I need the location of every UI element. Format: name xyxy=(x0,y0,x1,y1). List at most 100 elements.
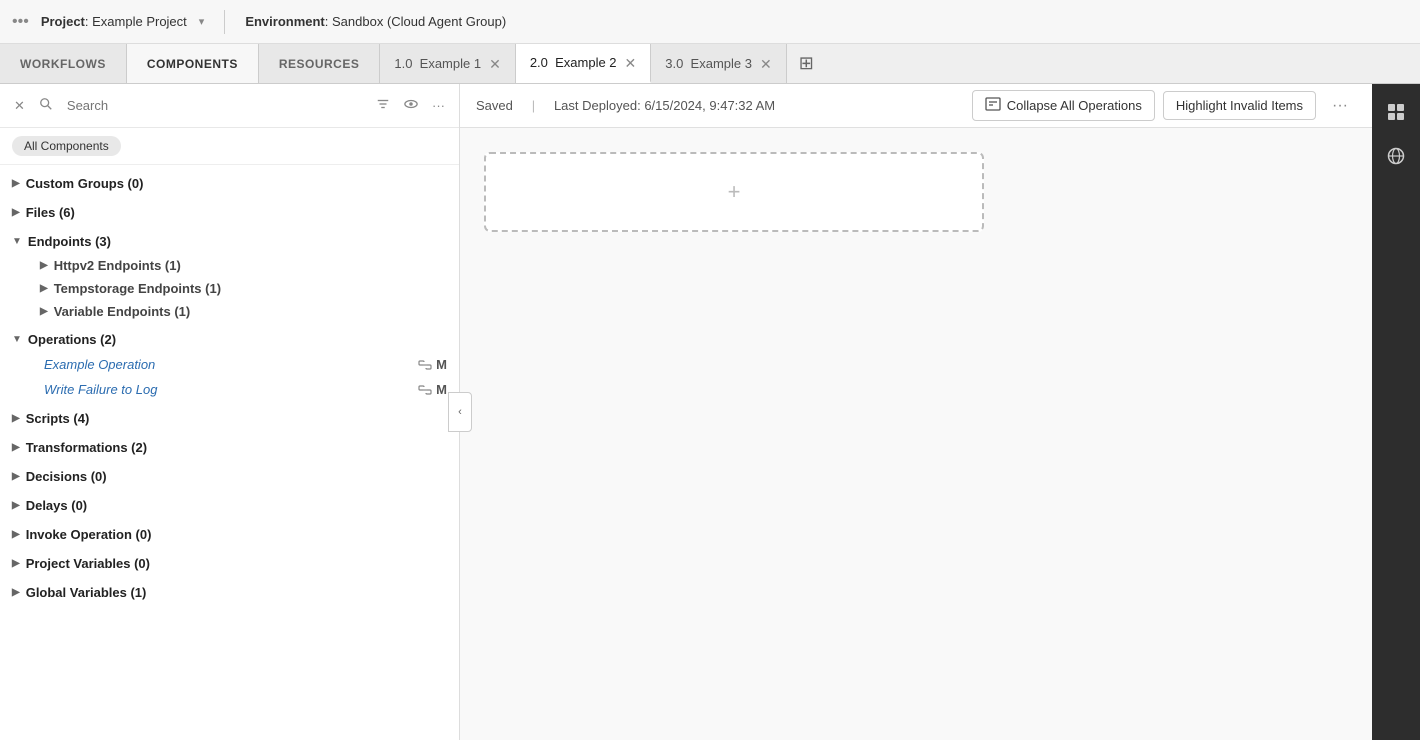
tab-components[interactable]: COMPONENTS xyxy=(127,44,259,83)
section-project-variables: ▶ Project Variables (0) xyxy=(0,549,459,578)
section-delays-header[interactable]: ▶ Delays (0) xyxy=(0,493,459,518)
project-caret[interactable]: ▾ xyxy=(199,15,205,28)
highlight-invalid-button[interactable]: Highlight Invalid Items xyxy=(1163,91,1316,120)
list-item-example-operation[interactable]: Example Operation M xyxy=(28,352,459,377)
caret-decisions: ▶ xyxy=(12,471,20,482)
section-httpv2-label: Httpv2 Endpoints (1) xyxy=(54,258,181,273)
caret-custom-groups: ▶ xyxy=(12,178,20,189)
section-transformations-header[interactable]: ▶ Transformations (2) xyxy=(0,435,459,460)
list-item-write-failure[interactable]: Write Failure to Log M xyxy=(28,377,459,402)
section-transformations: ▶ Transformations (2) xyxy=(0,433,459,462)
search-icon[interactable] xyxy=(35,93,57,118)
link-icon-2 xyxy=(418,385,432,395)
section-project-variables-header[interactable]: ▶ Project Variables (0) xyxy=(0,551,459,576)
main-content: ✕ ··· All Components ▶ Custom Groups xyxy=(0,84,1420,740)
sidebar: ✕ ··· All Components ▶ Custom Groups xyxy=(0,84,460,740)
section-invoke-operation-header[interactable]: ▶ Invoke Operation (0) xyxy=(0,522,459,547)
section-invoke-operation-label: Invoke Operation (0) xyxy=(26,527,152,542)
tab-bar: WORKFLOWS COMPONENTS RESOURCES 1.0 Examp… xyxy=(0,44,1420,84)
close-sidebar-icon[interactable]: ✕ xyxy=(10,94,29,118)
section-scripts-label: Scripts (4) xyxy=(26,411,90,426)
tab-workflows[interactable]: WORKFLOWS xyxy=(0,44,127,83)
more-icon[interactable]: ··· xyxy=(428,94,449,117)
section-delays-label: Delays (0) xyxy=(26,498,87,513)
canvas-content: + xyxy=(460,128,1372,740)
collapse-all-operations-button[interactable]: Collapse All Operations xyxy=(972,90,1155,121)
section-operations: ▼ Operations (2) Example Operation M W xyxy=(0,325,459,404)
tab-example2[interactable]: 2.0 Example 2 ✕ xyxy=(516,44,651,83)
section-decisions-header[interactable]: ▶ Decisions (0) xyxy=(0,464,459,489)
canvas-toolbar: Saved | Last Deployed: 6/15/2024, 9:47:3… xyxy=(460,84,1372,128)
sidebar-collapse-button[interactable]: ‹ xyxy=(448,392,472,432)
section-project-variables-label: Project Variables (0) xyxy=(26,556,150,571)
add-tab-button[interactable]: ⊞ xyxy=(787,44,826,83)
canvas-more-button[interactable]: ··· xyxy=(1324,93,1356,119)
canvas-status: Saved | Last Deployed: 6/15/2024, 9:47:3… xyxy=(476,98,775,113)
highlight-invalid-label: Highlight Invalid Items xyxy=(1176,98,1303,113)
section-custom-groups-header[interactable]: ▶ Custom Groups (0) xyxy=(0,171,459,196)
sidebar-filter-row: All Components xyxy=(0,128,459,165)
section-global-variables: ▶ Global Variables (1) xyxy=(0,578,459,607)
filter-icon[interactable] xyxy=(372,93,394,118)
link-icon xyxy=(418,360,432,370)
top-bar: ••• Project: Example Project ▾ Environme… xyxy=(0,0,1420,44)
section-tempstorage-header[interactable]: ▶ Tempstorage Endpoints (1) xyxy=(28,277,459,300)
section-custom-groups: ▶ Custom Groups (0) xyxy=(0,169,459,198)
section-operations-header[interactable]: ▼ Operations (2) xyxy=(0,327,459,352)
canvas-area: Saved | Last Deployed: 6/15/2024, 9:47:3… xyxy=(460,84,1372,740)
section-endpoints-label: Endpoints (3) xyxy=(28,234,111,249)
tab-example1-close[interactable]: ✕ xyxy=(489,57,501,71)
grid-view-icon[interactable] xyxy=(1376,92,1416,132)
example-operation-label: Example Operation xyxy=(44,357,418,372)
section-files-header[interactable]: ▶ Files (6) xyxy=(0,200,459,225)
section-decisions: ▶ Decisions (0) xyxy=(0,462,459,491)
caret-files: ▶ xyxy=(12,207,20,218)
tab-example3-label: 3.0 Example 3 xyxy=(665,56,752,71)
menu-dots[interactable]: ••• xyxy=(12,13,29,31)
drop-zone-icon: + xyxy=(728,179,741,205)
tab-example3[interactable]: 3.0 Example 3 ✕ xyxy=(651,44,786,83)
tab-resources[interactable]: RESOURCES xyxy=(259,44,381,83)
all-components-badge[interactable]: All Components xyxy=(12,136,121,156)
caret-variable: ▶ xyxy=(40,306,48,317)
collapse-all-label: Collapse All Operations xyxy=(1007,98,1142,113)
search-input[interactable] xyxy=(63,94,366,117)
tab-example3-close[interactable]: ✕ xyxy=(760,57,772,71)
caret-tempstorage: ▶ xyxy=(40,283,48,294)
section-operations-label: Operations (2) xyxy=(28,332,116,347)
tab-example1[interactable]: 1.0 Example 1 ✕ xyxy=(380,44,515,83)
section-files-label: Files (6) xyxy=(26,205,75,220)
collapse-icon xyxy=(985,97,1001,114)
section-transformations-label: Transformations (2) xyxy=(26,440,147,455)
caret-operations: ▼ xyxy=(12,334,22,345)
section-endpoints-header[interactable]: ▼ Endpoints (3) xyxy=(0,229,459,254)
last-deployed-label: Last Deployed: xyxy=(554,98,641,113)
section-delays: ▶ Delays (0) xyxy=(0,491,459,520)
section-httpv2-header[interactable]: ▶ Httpv2 Endpoints (1) xyxy=(28,254,459,277)
environment-label: Environment: Sandbox (Cloud Agent Group) xyxy=(245,14,506,29)
section-scripts-header[interactable]: ▶ Scripts (4) xyxy=(0,406,459,431)
section-decisions-label: Decisions (0) xyxy=(26,469,107,484)
section-invoke-operation: ▶ Invoke Operation (0) xyxy=(0,520,459,549)
example-operation-badge: M xyxy=(436,357,447,372)
sidebar-toolbar: ✕ ··· xyxy=(0,84,459,128)
endpoints-children: ▶ Httpv2 Endpoints (1) ▶ Tempstorage End… xyxy=(0,254,459,323)
section-scripts: ▶ Scripts (4) xyxy=(0,404,459,433)
globe-icon[interactable] xyxy=(1376,136,1416,176)
visibility-icon[interactable] xyxy=(400,93,422,118)
sidebar-tree: ▶ Custom Groups (0) ▶ Files (6) ▼ Endpoi… xyxy=(0,165,459,740)
section-variable-header[interactable]: ▶ Variable Endpoints (1) xyxy=(28,300,459,323)
write-failure-label: Write Failure to Log xyxy=(44,382,418,397)
write-failure-icons: M xyxy=(418,382,447,397)
caret-delays: ▶ xyxy=(12,500,20,511)
caret-project-variables: ▶ xyxy=(12,558,20,569)
drop-zone[interactable]: + xyxy=(484,152,984,232)
section-global-variables-header[interactable]: ▶ Global Variables (1) xyxy=(0,580,459,605)
caret-global-variables: ▶ xyxy=(12,587,20,598)
tab-example2-close[interactable]: ✕ xyxy=(625,56,637,70)
section-variable-label: Variable Endpoints (1) xyxy=(54,304,191,319)
section-endpoints: ▼ Endpoints (3) ▶ Httpv2 Endpoints (1) ▶… xyxy=(0,227,459,325)
last-deployed-value: 6/15/2024, 9:47:32 AM xyxy=(644,98,775,113)
canvas-toolbar-actions: Collapse All Operations Highlight Invali… xyxy=(972,90,1356,121)
tab-example1-label: 1.0 Example 1 xyxy=(394,56,481,71)
